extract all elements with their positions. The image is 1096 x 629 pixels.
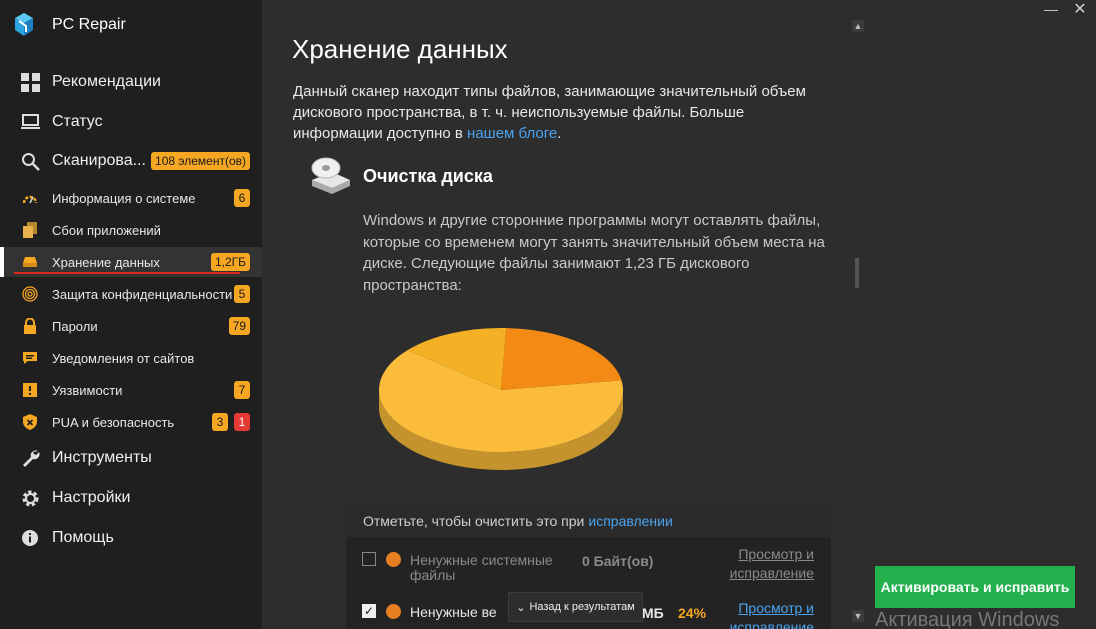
item-name: Ненужные системные файлы xyxy=(410,552,553,583)
fingerprint-icon xyxy=(22,286,38,302)
nav-vulnerabilities[interactable]: Уязвимости 7 xyxy=(0,375,262,405)
nav-recommendations[interactable]: Рекомендации xyxy=(0,64,262,100)
windows-activation-watermark: Активация Windows xyxy=(875,609,1060,629)
count-badge: 7 xyxy=(234,381,250,399)
nav-settings[interactable]: Настройки xyxy=(0,480,262,516)
chevron-down-icon: ⌄ xyxy=(516,601,526,614)
item-checkbox-checked[interactable]: ✓ xyxy=(362,604,376,618)
wrench-icon xyxy=(20,448,40,468)
magnifier-icon xyxy=(20,151,40,171)
nav-system-info[interactable]: Информация о системе 6 xyxy=(0,183,262,213)
scan-count-badge: 108 элемент(ов) xyxy=(151,152,250,170)
laptop-icon xyxy=(20,112,40,132)
nav-tools[interactable]: Инструменты xyxy=(0,440,262,476)
sidebar: PC Repair Рекомендации Статус Сканирова.… xyxy=(0,0,262,629)
nav-status[interactable]: Статус xyxy=(0,104,262,140)
fix-link[interactable]: исправлении xyxy=(588,513,672,529)
size-badge: 1,2ГБ xyxy=(210,253,250,271)
app-title: PC Repair xyxy=(52,16,126,33)
nav-help[interactable]: Помощь xyxy=(0,520,262,556)
back-to-results-button[interactable]: ⌄ Назад к результатам xyxy=(508,592,643,622)
nav-label: Сбои приложений xyxy=(52,222,161,238)
info-icon xyxy=(20,528,40,548)
grid-icon xyxy=(20,72,40,92)
blog-link[interactable]: нашем блоге xyxy=(467,125,557,142)
review-fix-link[interactable]: Просмотр и исправление xyxy=(720,545,814,583)
item-size: 0 Байт(ов) xyxy=(582,553,654,569)
minimize-icon[interactable]: — xyxy=(1044,2,1058,18)
nav-label: Пароли xyxy=(52,318,98,334)
app-header: PC Repair xyxy=(12,12,126,38)
nav-label: Защита конфиденциальности xyxy=(52,286,233,302)
nav-app-crashes[interactable]: Сбои приложений xyxy=(0,215,262,245)
nav-label: Статус xyxy=(52,113,103,130)
gauge-icon xyxy=(22,190,38,206)
section-title: Очистка диска xyxy=(363,166,493,186)
review-fix-link[interactable]: Просмотр и исправление xyxy=(720,599,814,629)
active-indicator xyxy=(0,247,4,277)
count-badge: 6 xyxy=(234,189,250,207)
color-dot xyxy=(386,604,401,619)
count-badge: 5 xyxy=(234,285,250,303)
intro-end: . xyxy=(557,125,562,142)
scroll-down-arrow[interactable]: ▼ xyxy=(852,610,864,622)
disk-cleanup-icon xyxy=(311,157,350,194)
storage-pie-chart xyxy=(378,328,623,470)
nav-pua-security[interactable]: PUA и безопасность 3 1 xyxy=(0,407,262,437)
nav-label: Уязвимости xyxy=(52,382,123,398)
nav-label: Рекомендации xyxy=(52,73,161,90)
close-icon[interactable]: ✕ xyxy=(1072,2,1088,18)
active-underline xyxy=(14,272,240,274)
activate-and-fix-button[interactable]: Активировать и исправить xyxy=(875,566,1075,608)
chat-icon xyxy=(22,350,38,366)
count-badge: 3 xyxy=(212,413,228,431)
intro-text: Данный сканер находит типы файлов, заним… xyxy=(293,81,833,144)
item-size: МБ xyxy=(642,605,664,621)
nav-privacy[interactable]: Защита конфиденциальности 5 xyxy=(0,279,262,309)
files-icon xyxy=(22,222,38,238)
nav-label: Инструменты xyxy=(52,449,152,466)
list-header-text: Отметьте, чтобы очистить это при xyxy=(363,513,585,529)
count-badge: 79 xyxy=(228,317,250,335)
padlock-icon xyxy=(22,318,38,334)
nav-label: Информация о системе xyxy=(52,190,196,206)
drive-icon xyxy=(22,254,38,270)
gear-icon xyxy=(20,488,40,508)
nav-label: Помощь xyxy=(52,529,114,546)
list-item: Ненужные системные файлы 0 Байт(ов) Прос… xyxy=(346,537,831,587)
item-checkbox[interactable] xyxy=(362,552,376,566)
shield-icon xyxy=(22,414,38,430)
nav-label: Сканирова... xyxy=(52,152,146,169)
nav-label: PUA и безопасность xyxy=(52,414,175,430)
app-logo-icon xyxy=(15,13,33,36)
section-description: Windows и другие сторонние программы мог… xyxy=(363,212,825,294)
nav-label: Хранение данных xyxy=(52,254,160,270)
pie-slice-2 xyxy=(501,328,622,390)
list-header: Отметьте, чтобы очистить это при исправл… xyxy=(346,505,831,537)
nav-scanning[interactable]: Сканирова... 108 элемент(ов) xyxy=(0,143,262,179)
color-dot xyxy=(386,552,401,567)
scroll-up-arrow[interactable]: ▲ xyxy=(852,20,864,32)
back-label: Назад к результатам xyxy=(529,601,635,613)
content-area: Хранение данных Данный сканер находит ти… xyxy=(262,0,1096,629)
nav-label: Уведомления от сайтов xyxy=(52,350,195,366)
nav-site-notifications[interactable]: Уведомления от сайтов xyxy=(0,343,262,373)
page-title: Хранение данных xyxy=(292,34,508,64)
scrollbar-thumb[interactable] xyxy=(855,258,859,288)
item-percent: 24% xyxy=(678,605,707,621)
nav-label: Настройки xyxy=(52,489,131,506)
critical-badge: 1 xyxy=(234,413,250,431)
bug-icon xyxy=(22,382,38,398)
nav-passwords[interactable]: Пароли 79 xyxy=(0,311,262,341)
